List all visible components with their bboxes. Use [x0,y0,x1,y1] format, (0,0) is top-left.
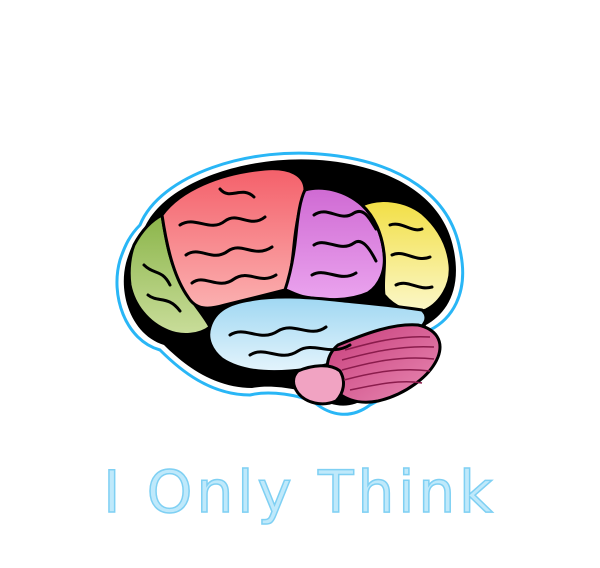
brain-illustration [100,145,480,430]
brain-svg [115,151,465,416]
slogan-svg: I Only Think [103,457,496,527]
slogan-text: I Only Think [0,450,600,540]
slogan-label: I Only Think [103,458,496,526]
artwork: I Only Think [0,0,600,568]
brain-stem-region [292,364,345,406]
